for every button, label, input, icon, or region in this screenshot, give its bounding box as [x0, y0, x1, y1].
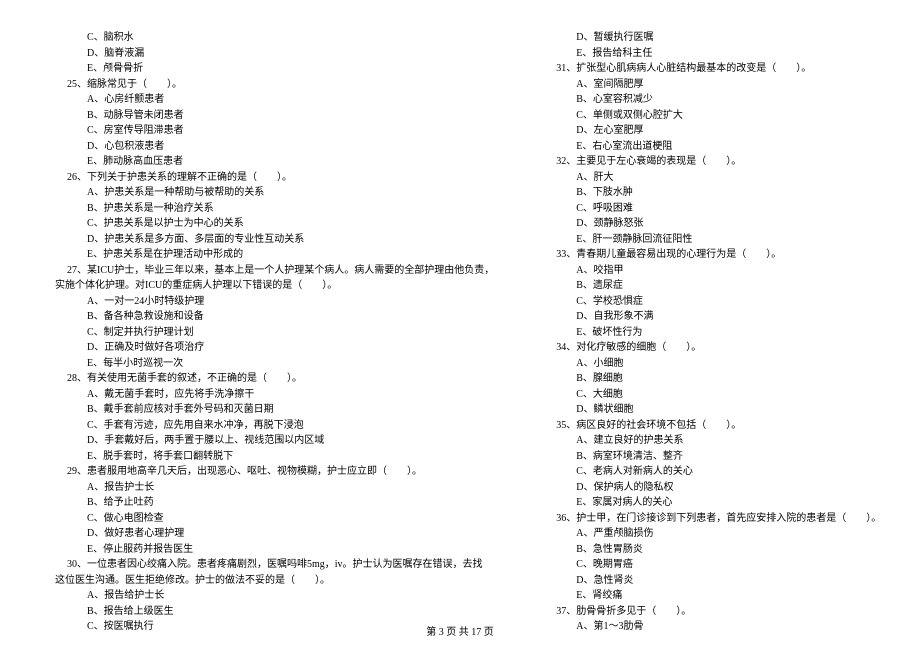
question-stem: 36、护士甲，在门诊接诊到下列患者，首先应安排入院的患者是（ ）。 — [544, 511, 881, 527]
question-stem: 29、患者服用地高辛几天后，出现恶心、呕吐、视物模糊，护士应立即（ ）。 — [55, 464, 494, 480]
option: D、急性肾炎 — [544, 573, 881, 589]
question-stem: 26、下列关于护患关系的理解不正确的是（ ）。 — [55, 170, 494, 186]
option: E、肝一颈静脉回流征阳性 — [544, 232, 881, 248]
option: E、肺动脉高血压患者 — [55, 154, 494, 170]
option: A、肝大 — [544, 170, 881, 186]
question-stem: 37、肋骨骨折多见于（ ）。 — [544, 604, 881, 620]
option: B、心室容积减少 — [544, 92, 881, 108]
option: C、脑积水 — [55, 30, 494, 46]
option: D、自我形象不满 — [544, 309, 881, 325]
question-stem: 34、对化疗敏感的细胞（ ）。 — [544, 340, 881, 356]
option: D、护患关系是多方面、多层面的专业性互动关系 — [55, 232, 494, 248]
option: C、手套有污迹，应先用自来水冲净，再脱下浸泡 — [55, 418, 494, 434]
option: A、咬指甲 — [544, 263, 881, 279]
option: A、严重颅脑损伤 — [544, 526, 881, 542]
question-stem: 31、扩张型心肌病病人心脏结构最基本的改变是（ ）。 — [544, 61, 881, 77]
option: C、单侧或双侧心腔扩大 — [544, 108, 881, 124]
option: B、报告给上级医生 — [55, 604, 494, 620]
option: E、护患关系是在护理活动中形成的 — [55, 247, 494, 263]
option: C、老病人对新病人的关心 — [544, 464, 881, 480]
option: D、正确及时做好各项治疗 — [55, 340, 494, 356]
two-column-layout: C、脑积水 D、脑脊液漏 E、颅骨骨折 25、缩脉常见于（ ）。 A、心房纤颤患… — [55, 30, 870, 635]
option: B、护患关系是一种治疗关系 — [55, 201, 494, 217]
left-column: C、脑积水 D、脑脊液漏 E、颅骨骨折 25、缩脉常见于（ ）。 A、心房纤颤患… — [55, 30, 494, 635]
option: A、室间隔肥厚 — [544, 77, 881, 93]
question-stem-cont: 实施个体化护理。对ICU的重症病人护理以下错误的是（ ）。 — [55, 278, 494, 294]
option: C、大细胞 — [544, 387, 881, 403]
option: E、报告给科主任 — [544, 46, 881, 62]
option: A、报告给护士长 — [55, 588, 494, 604]
question-stem: 28、有关使用无菌手套的叙述，不正确的是（ ）。 — [55, 371, 494, 387]
option: D、手套戴好后，两手置于腰以上、视线范围以内区域 — [55, 433, 494, 449]
option: B、戴手套前应核对手套外号码和灭菌日期 — [55, 402, 494, 418]
option: C、做心电图检查 — [55, 511, 494, 527]
question-stem-cont: 这位医生沟通。医生拒绝修改。护士的做法不妥的是（ ）。 — [55, 573, 494, 589]
option: D、心包积液患者 — [55, 139, 494, 155]
option: E、颅骨骨折 — [55, 61, 494, 77]
page-footer: 第 3 页 共 17 页 — [0, 625, 920, 641]
option: D、保护病人的隐私权 — [544, 480, 881, 496]
option: B、备各种急救设施和设备 — [55, 309, 494, 325]
question-stem: 30、一位患者因心绞痛入院。患者疼痛剧烈，医嘱吗啡5mg，iv。护士认为医嘱存在… — [55, 557, 494, 573]
option: D、暂缓执行医嘱 — [544, 30, 881, 46]
option: A、一对一24小时特级护理 — [55, 294, 494, 310]
option: C、晚期胃癌 — [544, 557, 881, 573]
option: A、护患关系是一种帮助与被帮助的关系 — [55, 185, 494, 201]
option: E、停止服药并报告医生 — [55, 542, 494, 558]
option: D、颈静脉怒张 — [544, 216, 881, 232]
question-stem: 32、主要见于左心衰竭的表现是（ ）。 — [544, 154, 881, 170]
option: B、急性胃肠炎 — [544, 542, 881, 558]
option: A、戴无菌手套时，应先将手洗净擦干 — [55, 387, 494, 403]
option: D、鳞状细胞 — [544, 402, 881, 418]
option: B、给予止吐药 — [55, 495, 494, 511]
option: C、呼吸困难 — [544, 201, 881, 217]
option: D、左心室肥厚 — [544, 123, 881, 139]
option: E、破坏性行为 — [544, 325, 881, 341]
option: B、遗尿症 — [544, 278, 881, 294]
option: B、动脉导管未闭患者 — [55, 108, 494, 124]
option: C、房室传导阻滞患者 — [55, 123, 494, 139]
option: A、小细胞 — [544, 356, 881, 372]
question-stem: 33、青春期儿童最容易出现的心理行为是（ ）。 — [544, 247, 881, 263]
option: A、建立良好的护患关系 — [544, 433, 881, 449]
option: B、下肢水肿 — [544, 185, 881, 201]
option: C、制定并执行护理计划 — [55, 325, 494, 341]
option: C、护患关系是以护士为中心的关系 — [55, 216, 494, 232]
option: E、右心室流出道梗阻 — [544, 139, 881, 155]
option: A、报告护士长 — [55, 480, 494, 496]
option: D、脑脊液漏 — [55, 46, 494, 62]
option: E、家属对病人的关心 — [544, 495, 881, 511]
option: E、肾绞痛 — [544, 588, 881, 604]
option: C、学校恐惧症 — [544, 294, 881, 310]
right-column: D、暂缓执行医嘱 E、报告给科主任 31、扩张型心肌病病人心脏结构最基本的改变是… — [544, 30, 881, 635]
option: E、每半小时巡视一次 — [55, 356, 494, 372]
question-stem: 27、某ICU护士，毕业三年以来，基本上是一个人护理某个病人。病人需要的全部护理… — [55, 263, 494, 279]
option: B、病室环境清洁、整齐 — [544, 449, 881, 465]
question-stem: 25、缩脉常见于（ ）。 — [55, 77, 494, 93]
option: D、做好患者心理护理 — [55, 526, 494, 542]
option: A、心房纤颤患者 — [55, 92, 494, 108]
option: E、脱手套时，将手套口翻转脱下 — [55, 449, 494, 465]
option: B、腺细胞 — [544, 371, 881, 387]
question-stem: 35、病区良好的社会环境不包括（ ）。 — [544, 418, 881, 434]
